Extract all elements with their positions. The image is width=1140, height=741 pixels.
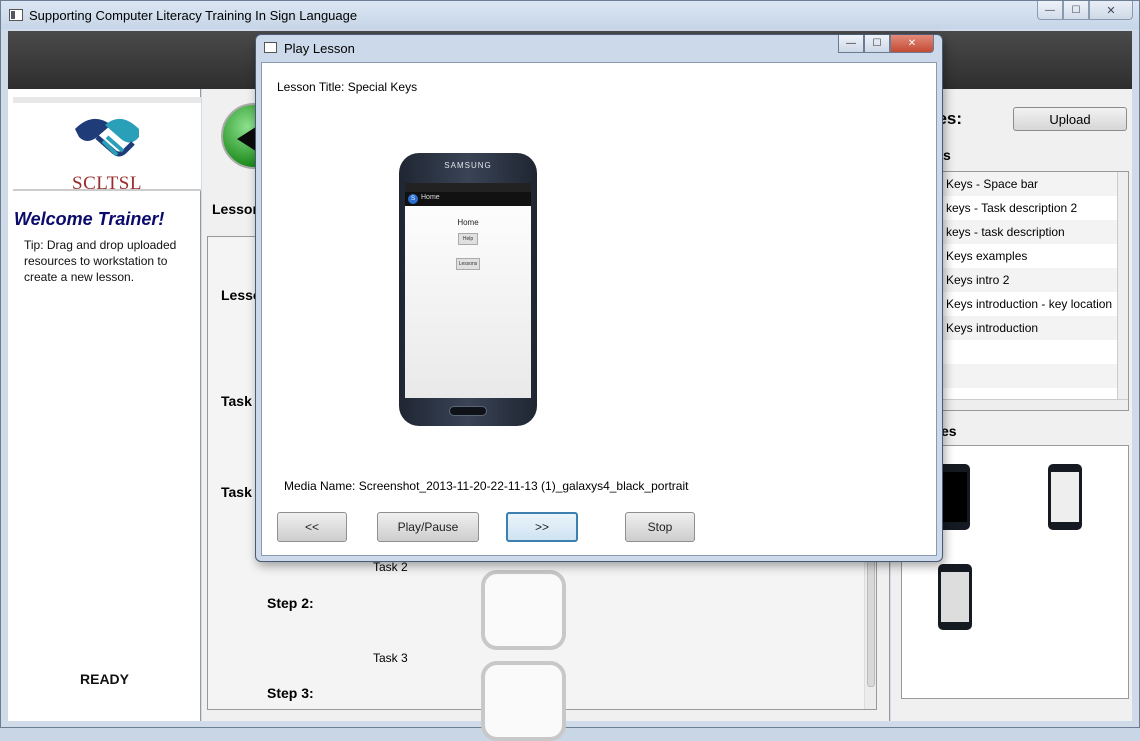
phone-statusbar <box>405 183 531 192</box>
task-label-1: Task <box>221 393 252 409</box>
dialog-titlebar[interactable]: Play Lesson — ☐ ✕ <box>256 35 942 61</box>
status-ready: READY <box>80 671 130 687</box>
task-label-2: Task <box>221 484 252 500</box>
window-controls: — ☐ ✕ <box>1037 1 1133 20</box>
dialog-maximize-button[interactable]: ☐ <box>864 35 890 53</box>
media-preview-phone: SAMSUNG S Home Home Help Lessons <box>399 153 537 426</box>
list-vertical-scrollbar[interactable] <box>1117 172 1128 401</box>
task-2-name: Task 2 <box>373 560 408 574</box>
logo-text: SCLTSL <box>72 173 142 194</box>
dialog-minimize-button[interactable]: — <box>838 35 864 53</box>
minimize-button[interactable]: — <box>1037 1 1063 20</box>
dialog-body: Lesson Title: Special Keys SAMSUNG S Hom… <box>261 62 937 556</box>
previous-button[interactable]: << <box>277 512 347 542</box>
images-section-title: es <box>941 423 957 439</box>
lesson-title-text: Lesson Title: Special Keys <box>277 80 418 94</box>
phone-app-title: Home <box>421 194 440 201</box>
window-title: Supporting Computer Literacy Training In… <box>29 8 358 23</box>
step-3-drop-slot[interactable] <box>481 661 566 741</box>
main-titlebar[interactable]: Supporting Computer Literacy Training In… <box>1 1 1139 29</box>
dialog-close-button[interactable]: ✕ <box>890 35 934 53</box>
left-panel: SCLTSL Welcome Trainer! Tip: Drag and dr… <box>8 89 201 721</box>
step-2-drop-slot[interactable] <box>481 570 566 650</box>
phone-actionbar: S Home <box>405 192 531 206</box>
phone-help-button: Help <box>458 233 478 245</box>
maximize-button[interactable]: ☐ <box>1063 1 1089 20</box>
close-button[interactable]: ✕ <box>1089 1 1133 20</box>
welcome-heading: Welcome Trainer! <box>14 209 165 229</box>
phone-screen-heading: Home <box>457 218 479 227</box>
handshake-logo-icon <box>75 118 139 157</box>
lesson-header: Lesson <box>212 201 262 217</box>
dialog-controls: — ☐ ✕ <box>838 35 934 53</box>
phone-brand: SAMSUNG <box>444 161 492 170</box>
tip-text: Tip: Drag and drop uploaded resources to… <box>24 238 177 284</box>
dialog-title: Play Lesson <box>284 41 355 56</box>
phone-lessons-button: Lessons <box>456 258 480 270</box>
media-name-text: Media Name: Screenshot_2013-11-20-22-11-… <box>284 479 689 493</box>
app-icon <box>9 9 23 21</box>
logo: SCLTSL <box>13 97 201 194</box>
play-lesson-dialog: Play Lesson — ☐ ✕ Lesson Title: Special … <box>255 34 943 562</box>
task-3-name: Task 3 <box>373 651 408 665</box>
play-pause-button[interactable]: Play/Pause <box>377 512 479 542</box>
upload-button[interactable]: Upload <box>1013 107 1127 131</box>
image-thumbnail[interactable] <box>938 564 972 630</box>
image-thumbnail[interactable] <box>1048 464 1082 530</box>
phone-app-icon: S <box>408 194 418 204</box>
phone-screen: S Home Home Help Lessons <box>405 183 531 398</box>
step-3-label: Step 3: <box>267 685 314 701</box>
phone-home-key <box>449 406 487 416</box>
videos-section-title: s <box>943 147 951 163</box>
dialog-app-icon <box>264 42 277 53</box>
stop-button[interactable]: Stop <box>625 512 695 542</box>
step-2-label: Step 2: <box>267 595 314 611</box>
next-button[interactable]: >> <box>506 512 578 542</box>
